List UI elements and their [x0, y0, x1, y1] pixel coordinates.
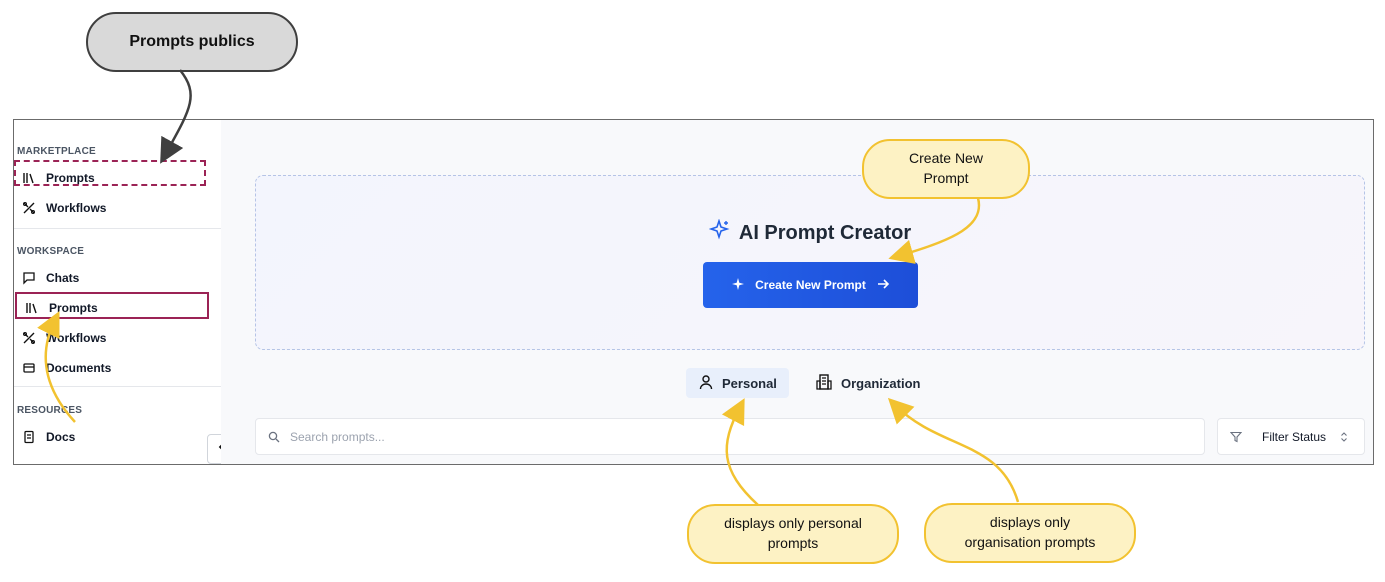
- callout-organisation-text: displays only organisation prompts: [964, 514, 1096, 550]
- arrow-to-organization-tab: [887, 397, 1020, 503]
- callout-organisation: displays only organisation prompts: [924, 503, 1136, 563]
- callout-create-new-text: Create New Prompt: [909, 150, 983, 186]
- callout-create-new-prompt: Create New Prompt: [862, 139, 1030, 199]
- arrow-to-workspace-prompts: [37, 311, 76, 423]
- callout-personal-text: displays only personal prompts: [724, 515, 862, 551]
- arrow-to-create-button: [888, 197, 981, 264]
- arrow-to-personal-tab: [721, 398, 759, 506]
- arrow-to-marketplace-prompts: [160, 69, 192, 164]
- callout-personal: displays only personal prompts: [687, 504, 899, 564]
- annotation-arrows: [37, 69, 1020, 506]
